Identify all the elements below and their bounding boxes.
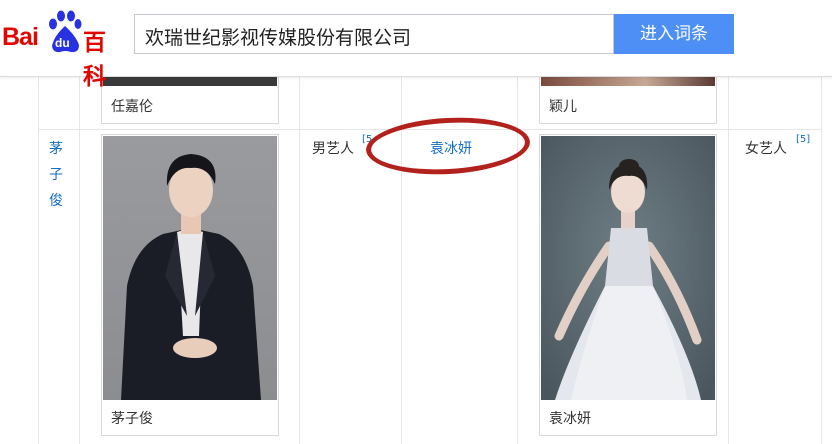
artist-portrait-image <box>103 136 277 400</box>
highlight-circle <box>364 113 532 179</box>
caption-prev-right: 颖儿 <box>549 99 577 115</box>
baidu-baike-logo[interactable]: Bai du 百科 <box>2 10 126 90</box>
partner-photo[interactable] <box>541 136 715 400</box>
artist-type-text: 男艺人 <box>312 141 354 157</box>
top-header: Bai du 百科 欢瑞世纪影视传媒股份有限公司 进入词条 <box>0 0 832 90</box>
table-divider <box>728 76 729 444</box>
table-divider <box>299 76 300 444</box>
table-divider <box>79 76 80 444</box>
partner-portrait-image <box>541 136 715 400</box>
logo-bai-text: Bai <box>2 23 39 51</box>
table-divider <box>38 76 39 444</box>
artist-photo-frame <box>101 134 279 436</box>
table-divider <box>821 76 822 444</box>
partner-type-text: 女艺人 <box>745 141 787 157</box>
caption-prev-left: 任嘉伦 <box>111 99 153 115</box>
artist-name-link[interactable]: 茅子俊 <box>49 136 67 214</box>
artist-photo-caption: 茅子俊 <box>111 411 153 427</box>
logo-du-text: du <box>55 36 70 50</box>
search-input[interactable]: 欢瑞世纪影视传媒股份有限公司 <box>134 14 614 54</box>
artist-photo[interactable] <box>103 136 277 400</box>
partner-photo-caption: 袁冰妍 <box>549 411 591 427</box>
search-input-value: 欢瑞世纪影视传媒股份有限公司 <box>145 27 412 49</box>
enter-entry-button[interactable]: 进入词条 <box>614 14 734 54</box>
partner-photo-frame <box>539 134 717 436</box>
logo-baike-text: 百科 <box>83 30 106 90</box>
partner-type-ref[interactable]: [5] <box>796 134 810 145</box>
